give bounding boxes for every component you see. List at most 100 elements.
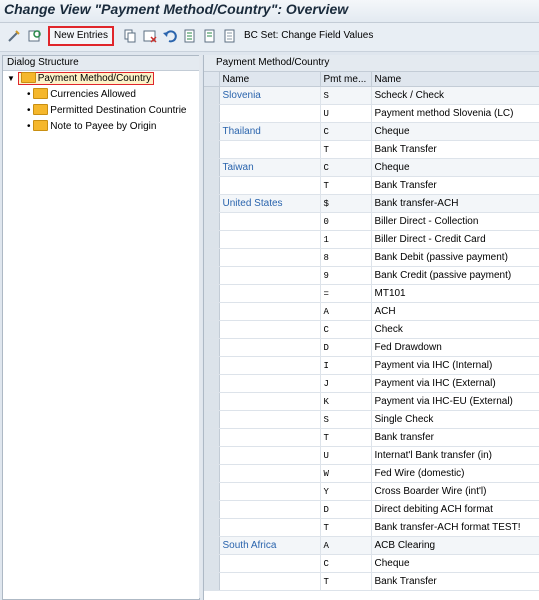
row-selector[interactable]	[204, 158, 220, 177]
tree-node-selected[interactable]: Payment Method/Country	[17, 71, 155, 85]
delete-icon[interactable]	[142, 28, 158, 44]
column-header-method-name[interactable]: Name	[371, 72, 539, 87]
row-selector[interactable]	[204, 320, 220, 339]
method-name-cell[interactable]: Bank transfer-ACH	[371, 194, 539, 213]
country-name-cell[interactable]	[219, 176, 321, 195]
country-name-cell[interactable]: Slovenia	[219, 86, 321, 105]
select-all-icon[interactable]	[182, 28, 198, 44]
select-all-header[interactable]	[204, 72, 220, 87]
table-row[interactable]: 1 Biller Direct - Credit Card	[204, 230, 539, 249]
table-row[interactable]: D Fed Drawdown	[204, 338, 539, 357]
method-name-cell[interactable]: Bank Transfer	[371, 572, 539, 591]
table-row[interactable]: T Bank transfer	[204, 428, 539, 447]
method-name-cell[interactable]: Scheck / Check	[371, 86, 539, 105]
row-selector[interactable]	[204, 482, 220, 501]
table-row[interactable]: United States $ Bank transfer-ACH	[204, 194, 539, 213]
table-row[interactable]: = MT101	[204, 284, 539, 303]
row-selector[interactable]	[204, 266, 220, 285]
row-selector[interactable]	[204, 284, 220, 303]
country-name-cell[interactable]	[219, 554, 321, 573]
display-table-icon[interactable]	[27, 28, 43, 44]
row-selector[interactable]	[204, 572, 220, 591]
method-name-cell[interactable]: ACB Clearing	[371, 536, 539, 555]
method-name-cell[interactable]: Bank transfer	[371, 428, 539, 447]
column-header-payment-method[interactable]: Pmt me...	[320, 72, 372, 87]
method-name-cell[interactable]: Fed Wire (domestic)	[371, 464, 539, 483]
table-row[interactable]: U Internat'l Bank transfer (in)	[204, 446, 539, 465]
method-name-cell[interactable]: MT101	[371, 284, 539, 303]
payment-method-cell[interactable]: A	[320, 536, 372, 555]
country-name-cell[interactable]	[219, 320, 321, 339]
table-row[interactable]: Slovenia S Scheck / Check	[204, 86, 539, 105]
payment-method-cell[interactable]: 9	[320, 266, 372, 285]
method-name-cell[interactable]: Cheque	[371, 554, 539, 573]
table-row[interactable]: C Cheque	[204, 554, 539, 573]
row-selector[interactable]	[204, 446, 220, 465]
deselect-all-icon[interactable]	[222, 28, 238, 44]
country-name-cell[interactable]	[219, 410, 321, 429]
method-name-cell[interactable]: Fed Drawdown	[371, 338, 539, 357]
payment-method-cell[interactable]: 8	[320, 248, 372, 267]
row-selector[interactable]	[204, 410, 220, 429]
row-selector[interactable]	[204, 140, 220, 159]
row-selector[interactable]	[204, 230, 220, 249]
country-name-cell[interactable]	[219, 230, 321, 249]
table-row[interactable]: T Bank Transfer	[204, 572, 539, 591]
method-name-cell[interactable]: Cheque	[371, 158, 539, 177]
method-name-cell[interactable]: Single Check	[371, 410, 539, 429]
payment-method-cell[interactable]: 1	[320, 230, 372, 249]
country-name-cell[interactable]: Thailand	[219, 122, 321, 141]
row-selector[interactable]	[204, 374, 220, 393]
country-name-cell[interactable]	[219, 212, 321, 231]
method-name-cell[interactable]: Bank Transfer	[371, 140, 539, 159]
payment-method-cell[interactable]: W	[320, 464, 372, 483]
table-row[interactable]: J Payment via IHC (External)	[204, 374, 539, 393]
table-row[interactable]: 8 Bank Debit (passive payment)	[204, 248, 539, 267]
country-name-cell[interactable]: United States	[219, 194, 321, 213]
payment-method-cell[interactable]: C	[320, 158, 372, 177]
tree-node-permitted-destination-countries[interactable]: • Permitted Destination Countrie	[27, 103, 186, 118]
method-name-cell[interactable]: Payment via IHC (Internal)	[371, 356, 539, 375]
row-selector[interactable]	[204, 86, 220, 105]
panel-splitter[interactable]	[199, 55, 202, 598]
country-name-cell[interactable]	[219, 140, 321, 159]
row-selector[interactable]	[204, 248, 220, 267]
column-header-country-name[interactable]: Name	[219, 72, 321, 87]
row-selector[interactable]	[204, 122, 220, 141]
country-name-cell[interactable]	[219, 284, 321, 303]
country-name-cell[interactable]	[219, 446, 321, 465]
method-name-cell[interactable]: Bank Debit (passive payment)	[371, 248, 539, 267]
row-selector[interactable]	[204, 194, 220, 213]
method-name-cell[interactable]: Bank Transfer	[371, 176, 539, 195]
payment-method-cell[interactable]: T	[320, 140, 372, 159]
method-name-cell[interactable]: Biller Direct - Credit Card	[371, 230, 539, 249]
row-selector[interactable]	[204, 302, 220, 321]
row-selector[interactable]	[204, 392, 220, 411]
payment-method-cell[interactable]: $	[320, 194, 372, 213]
payment-method-cell[interactable]: T	[320, 518, 372, 537]
tree-node-note-to-payee[interactable]: • Note to Payee by Origin	[27, 119, 156, 134]
country-name-cell[interactable]	[219, 518, 321, 537]
payment-method-cell[interactable]: C	[320, 320, 372, 339]
row-selector[interactable]	[204, 212, 220, 231]
country-name-cell[interactable]	[219, 248, 321, 267]
table-row[interactable]: I Payment via IHC (Internal)	[204, 356, 539, 375]
table-row[interactable]: Taiwan C Cheque	[204, 158, 539, 177]
country-name-cell[interactable]: Taiwan	[219, 158, 321, 177]
country-name-cell[interactable]	[219, 374, 321, 393]
method-name-cell[interactable]: Payment method Slovenia (LC)	[371, 104, 539, 123]
method-name-cell[interactable]: Cheque	[371, 122, 539, 141]
table-row[interactable]: Thailand C Cheque	[204, 122, 539, 141]
method-name-cell[interactable]: Payment via IHC (External)	[371, 374, 539, 393]
country-name-cell[interactable]	[219, 428, 321, 447]
country-name-cell[interactable]: South Africa	[219, 536, 321, 555]
row-selector[interactable]	[204, 536, 220, 555]
method-name-cell[interactable]: Direct debiting ACH format	[371, 500, 539, 519]
method-name-cell[interactable]: Internat'l Bank transfer (in)	[371, 446, 539, 465]
payment-method-cell[interactable]: T	[320, 176, 372, 195]
table-row[interactable]: K Payment via IHC-EU (External)	[204, 392, 539, 411]
row-selector[interactable]	[204, 518, 220, 537]
country-name-cell[interactable]	[219, 104, 321, 123]
table-row[interactable]: S Single Check	[204, 410, 539, 429]
select-block-icon[interactable]	[202, 28, 218, 44]
